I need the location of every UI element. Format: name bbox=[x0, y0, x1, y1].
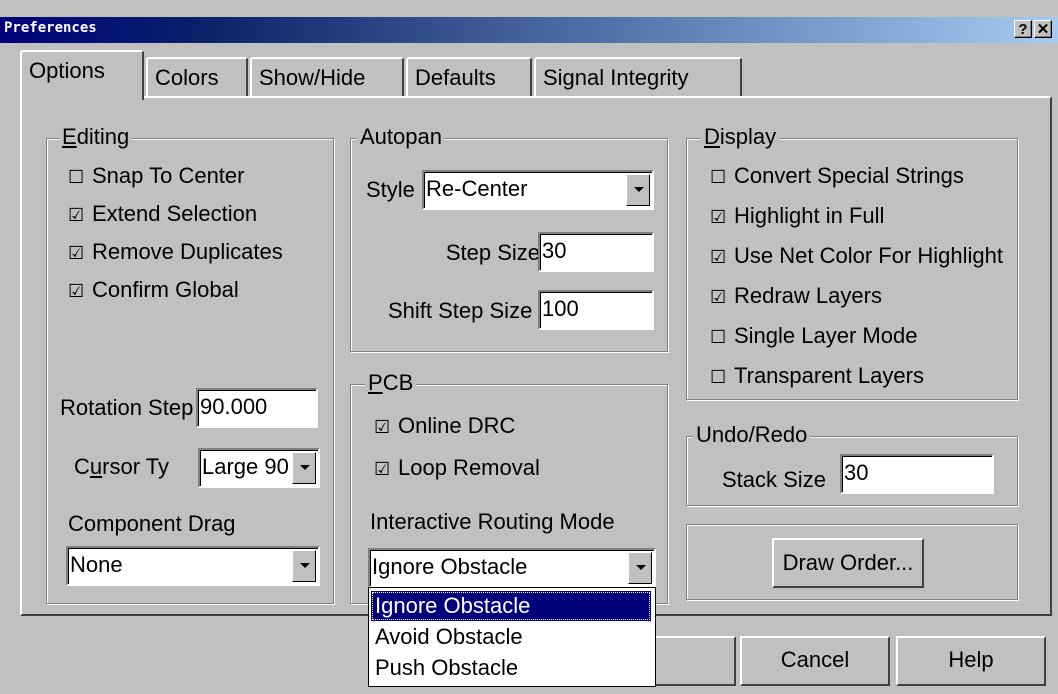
interactive-routing-mode-label: Interactive Routing Mode bbox=[370, 509, 615, 534]
checkbox-checked-icon: ☑ bbox=[68, 281, 85, 301]
window-title: Preferences bbox=[4, 20, 97, 36]
checkbox-checked-icon: ☑ bbox=[710, 207, 727, 227]
checkbox-unchecked-icon: ☐ bbox=[68, 167, 85, 187]
close-icon[interactable]: ✕ bbox=[1034, 20, 1052, 38]
autopan-group-label: Autopan bbox=[357, 124, 445, 150]
confirm-global-checkbox[interactable]: ☑ Confirm Global bbox=[68, 276, 314, 305]
title-bar[interactable]: Preferences ? ✕ bbox=[0, 17, 1058, 43]
checkbox-checked-icon: ☑ bbox=[710, 247, 727, 267]
checkbox-unchecked-icon: ☐ bbox=[710, 327, 727, 347]
editing-group-label: Editing bbox=[59, 124, 133, 150]
options-panel: Editing ☐ Snap To Center ☑ Extend Selectio… bbox=[20, 96, 1052, 616]
tab-defaults[interactable]: Defaults bbox=[406, 57, 532, 97]
component-drag-label: Component Drag bbox=[68, 511, 236, 536]
single-layer-mode-checkbox[interactable]: ☐ Single Layer Mode bbox=[710, 322, 1006, 351]
rotation-step-input[interactable]: 90.000 bbox=[196, 388, 318, 428]
routing-option-ignore[interactable]: Ignore Obstacle bbox=[371, 591, 651, 621]
tab-signal-integrity[interactable]: Signal Integrity bbox=[534, 57, 742, 97]
transparent-layers-checkbox[interactable]: ☐ Transparent Layers bbox=[710, 362, 1006, 391]
undo-redo-group-label: Undo/Redo bbox=[693, 422, 811, 448]
step-size-label: Step Size bbox=[445, 240, 540, 265]
chevron-down-icon[interactable] bbox=[292, 550, 316, 582]
cancel-button[interactable]: Cancel bbox=[740, 636, 890, 686]
checkbox-checked-icon: ☑ bbox=[68, 243, 85, 263]
draw-order-button[interactable]: Draw Order... bbox=[772, 538, 924, 588]
remove-duplicates-checkbox[interactable]: ☑ Remove Duplicates bbox=[68, 238, 314, 267]
autopan-style-label: Style bbox=[366, 177, 415, 202]
pcb-group-label: PCB bbox=[365, 370, 417, 396]
component-drag-select[interactable]: None bbox=[66, 546, 320, 586]
tab-colors[interactable]: Colors bbox=[146, 57, 248, 97]
checkbox-checked-icon: ☑ bbox=[374, 459, 391, 479]
display-group-label: Display bbox=[701, 124, 780, 150]
cursor-type-select[interactable]: Large 90 bbox=[198, 448, 320, 488]
rotation-step-label: Rotation Step bbox=[60, 395, 194, 420]
shift-step-size-input[interactable]: 100 bbox=[538, 290, 654, 330]
redraw-layers-checkbox[interactable]: ☑ Redraw Layers bbox=[710, 282, 988, 311]
tab-options[interactable]: Options bbox=[20, 50, 144, 100]
checkbox-unchecked-icon: ☐ bbox=[710, 167, 727, 187]
extend-selection-checkbox[interactable]: ☑ Extend Selection bbox=[68, 200, 314, 229]
routing-option-avoid[interactable]: Avoid Obstacle bbox=[371, 622, 651, 652]
cursor-type-label: Cursor Ty bbox=[74, 454, 169, 479]
chevron-down-icon[interactable] bbox=[628, 552, 652, 584]
online-drc-checkbox[interactable]: ☑ Online DRC bbox=[374, 412, 654, 441]
routing-mode-dropdown-list: Ignore Obstacle Avoid Obstacle Push Obst… bbox=[368, 587, 656, 687]
preferences-window: Preferences ? ✕ Options Colors Show/Hide… bbox=[0, 0, 1058, 694]
chevron-down-icon[interactable] bbox=[626, 174, 650, 206]
checkbox-checked-icon: ☑ bbox=[68, 205, 85, 225]
convert-special-strings-checkbox[interactable]: ☐ Convert Special Strings bbox=[710, 162, 1006, 191]
routing-option-push[interactable]: Push Obstacle bbox=[371, 653, 651, 683]
help-title-button[interactable]: ? bbox=[1014, 20, 1032, 38]
step-size-input[interactable]: 30 bbox=[538, 232, 654, 272]
stack-size-label: Stack Size bbox=[722, 467, 826, 492]
autopan-style-select[interactable]: Re-Center bbox=[422, 170, 654, 210]
snap-to-center-checkbox[interactable]: ☐ Snap To Center bbox=[68, 162, 314, 191]
checkbox-unchecked-icon: ☐ bbox=[710, 367, 727, 387]
checkbox-checked-icon: ☑ bbox=[710, 287, 727, 307]
tab-show-hide[interactable]: Show/Hide bbox=[250, 57, 404, 97]
stack-size-input[interactable]: 30 bbox=[840, 454, 994, 494]
use-net-color-checkbox[interactable]: ☑ Use Net Color For Highlight bbox=[710, 242, 1006, 271]
shift-step-size-label: Shift Step Size bbox=[388, 298, 533, 323]
highlight-in-full-checkbox[interactable]: ☑ Highlight in Full bbox=[710, 202, 930, 231]
checkbox-checked-icon: ☑ bbox=[374, 417, 391, 437]
help-button[interactable]: Help bbox=[896, 636, 1046, 686]
loop-removal-checkbox[interactable]: ☑ Loop Removal bbox=[374, 454, 654, 483]
chevron-down-icon[interactable] bbox=[292, 452, 316, 484]
routing-mode-select[interactable]: Ignore Obstacle bbox=[368, 548, 656, 588]
